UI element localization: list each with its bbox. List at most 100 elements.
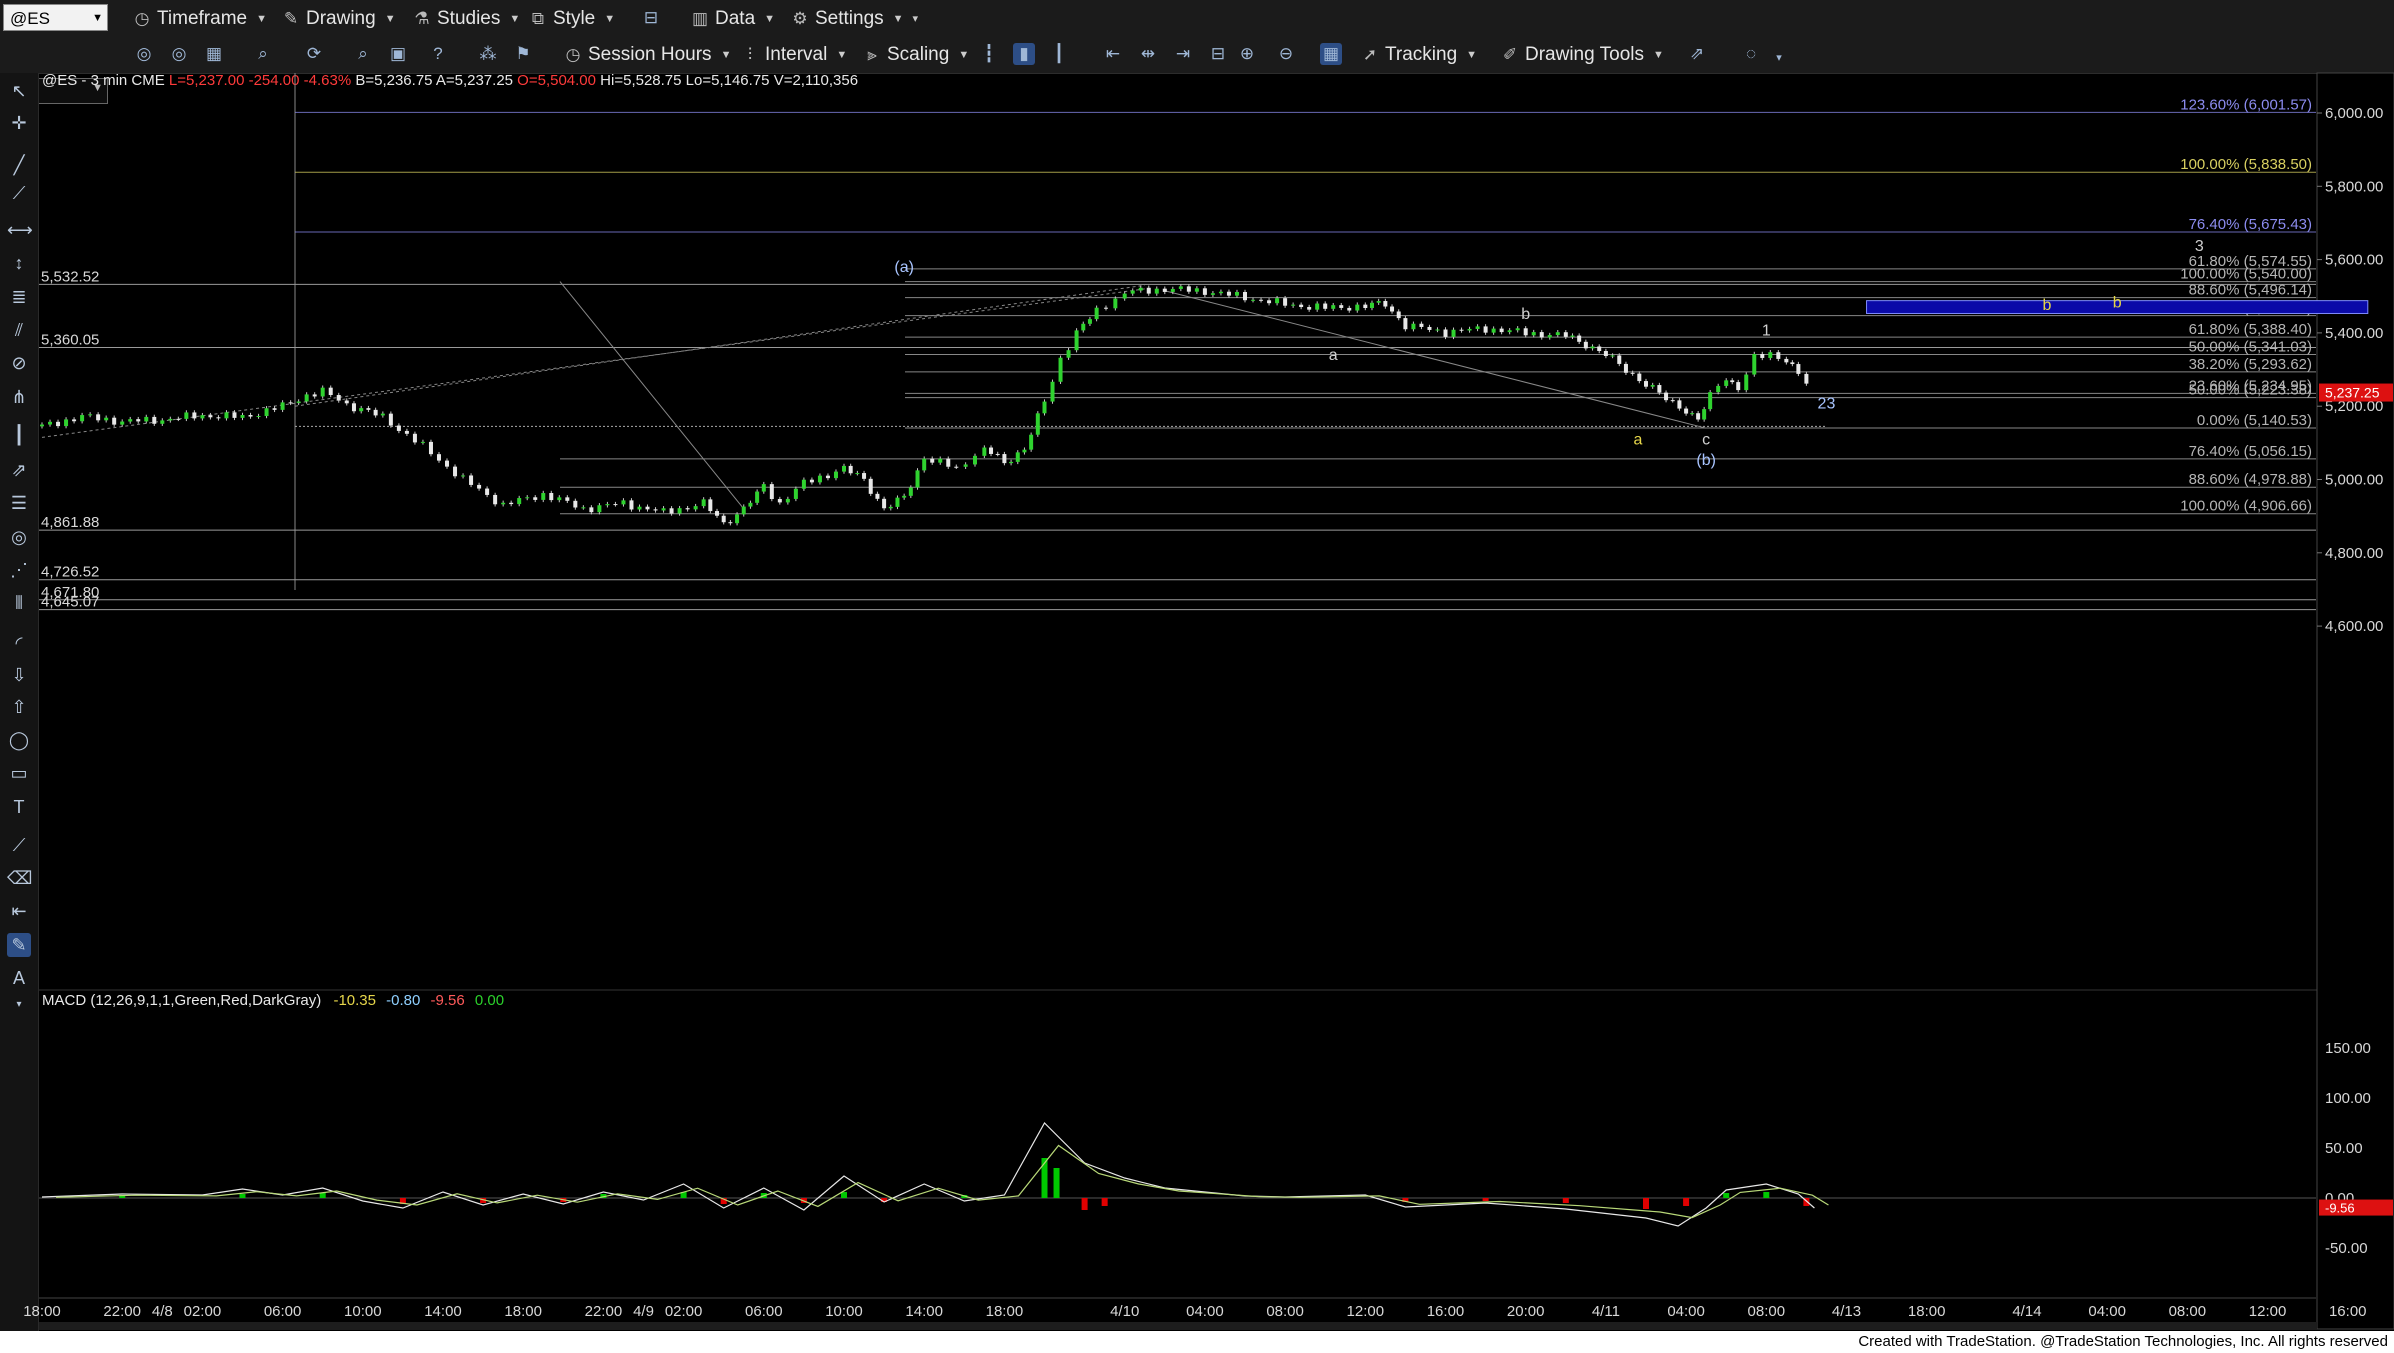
- candle-body: [1390, 306, 1395, 312]
- candle-body: [653, 509, 658, 511]
- candle-body: [1664, 392, 1669, 401]
- candle-body: [152, 416, 157, 424]
- candle-body: [1369, 302, 1374, 308]
- time-axis-label: 08:00: [2169, 1303, 2207, 1320]
- price-chart[interactable]: 5,532.525,360.054,861.884,726.524,671.80…: [0, 0, 2394, 1353]
- candle-body: [1339, 305, 1344, 308]
- wave-label: 3: [2195, 238, 2204, 255]
- candle-body: [1267, 300, 1272, 304]
- time-axis-label: 4/10: [1110, 1303, 1139, 1320]
- candle-body: [533, 497, 538, 500]
- candle-body: [1491, 328, 1496, 333]
- candle-body: [208, 415, 213, 418]
- candle-body: [715, 511, 720, 516]
- candle-body: [1435, 329, 1440, 331]
- candle-body: [637, 506, 642, 510]
- candle-body: [989, 447, 994, 454]
- candle-body: [1210, 293, 1215, 295]
- candle-body: [1066, 350, 1071, 358]
- macd-line: [41, 1122, 1815, 1227]
- candle-body: [1637, 373, 1642, 382]
- candle-body: [412, 433, 417, 443]
- candle-body: [1708, 392, 1713, 410]
- candle-body: [1724, 380, 1729, 386]
- candle-body: [855, 473, 860, 475]
- candle-body: [1467, 328, 1472, 331]
- time-axis-label: 10:00: [825, 1303, 863, 1320]
- price-axis-label: 5,800.00: [2325, 178, 2383, 195]
- candle-body: [1094, 307, 1099, 320]
- candle-body: [200, 415, 205, 419]
- candle-body: [1194, 288, 1199, 292]
- time-axis-label: 10:00: [344, 1303, 382, 1320]
- candle-body: [1002, 454, 1007, 464]
- price-axis-label: 4,600.00: [2325, 618, 2383, 635]
- candle-body: [541, 493, 546, 500]
- candle-body: [1507, 330, 1512, 333]
- candle-body: [748, 502, 753, 507]
- candle-body: [168, 418, 173, 421]
- candle-body: [256, 416, 261, 418]
- candle-body: [1307, 307, 1312, 310]
- time-axis-label: 18:00: [986, 1303, 1024, 1320]
- candle-body: [96, 414, 101, 421]
- candle-body: [661, 508, 666, 511]
- candle-body: [72, 419, 77, 422]
- candle-body: [1029, 434, 1034, 450]
- candle-body: [1443, 329, 1448, 337]
- candle-body: [1784, 358, 1789, 363]
- candle-body: [1730, 380, 1735, 383]
- candle-body: [862, 473, 867, 479]
- candle-body: [1427, 326, 1432, 330]
- candle-body: [1644, 381, 1648, 387]
- candle-body: [1291, 304, 1296, 306]
- candle-body: [1113, 298, 1118, 309]
- candle-body: [232, 412, 237, 418]
- candle-body: [336, 395, 341, 401]
- horizontal-level-label: 4,645.07: [41, 594, 99, 611]
- candle-body: [1243, 291, 1247, 301]
- candle-body: [938, 458, 943, 463]
- candle-body: [1251, 299, 1256, 301]
- horizontal-level-label: 5,360.05: [41, 332, 99, 349]
- target-zone-label: b: [2113, 294, 2122, 311]
- candle-body: [216, 417, 221, 419]
- wave-label: b: [2043, 297, 2052, 314]
- candle-body: [1315, 303, 1320, 310]
- macd-axis-label: 50.00: [2325, 1140, 2363, 1157]
- candle-body: [708, 499, 713, 512]
- candle-body: [296, 401, 301, 403]
- time-axis-label: 14:00: [905, 1303, 943, 1320]
- candle-body: [493, 494, 498, 505]
- candle-body: [605, 504, 610, 506]
- candle-body: [801, 479, 806, 489]
- time-axis-label: 18:00: [1908, 1303, 1946, 1320]
- candle-body: [1583, 341, 1588, 349]
- candle-body: [888, 506, 893, 509]
- last-price-text: 5,237.25: [2325, 385, 2380, 401]
- candle-body: [461, 475, 466, 477]
- candle-body: [445, 460, 450, 467]
- candle-body: [1650, 385, 1655, 387]
- candle-body: [509, 502, 514, 505]
- time-scrollbar: [39, 1322, 2317, 1330]
- macd-zero: 0.00: [474, 992, 505, 1009]
- candle-body: [112, 417, 117, 425]
- time-axis-label: 20:00: [1507, 1303, 1545, 1320]
- candle-body: [320, 387, 325, 397]
- candle-body: [1103, 307, 1108, 309]
- macd-histogram-bar: [841, 1192, 847, 1198]
- time-axis-label: 04:00: [1667, 1303, 1705, 1320]
- macd-last-text: -9.56: [2325, 1201, 2355, 1216]
- wave-label: 1: [1762, 322, 1771, 339]
- candle-body: [908, 487, 913, 496]
- candle-body: [825, 475, 830, 479]
- macd-histogram-bar: [239, 1194, 246, 1198]
- candle-body: [501, 502, 506, 505]
- candle-body: [359, 408, 364, 412]
- candle-body: [1617, 355, 1622, 364]
- candle-body: [621, 500, 626, 505]
- candle-body: [477, 484, 482, 489]
- candle-body: [728, 522, 733, 524]
- macd-signal: -0.80: [386, 992, 421, 1009]
